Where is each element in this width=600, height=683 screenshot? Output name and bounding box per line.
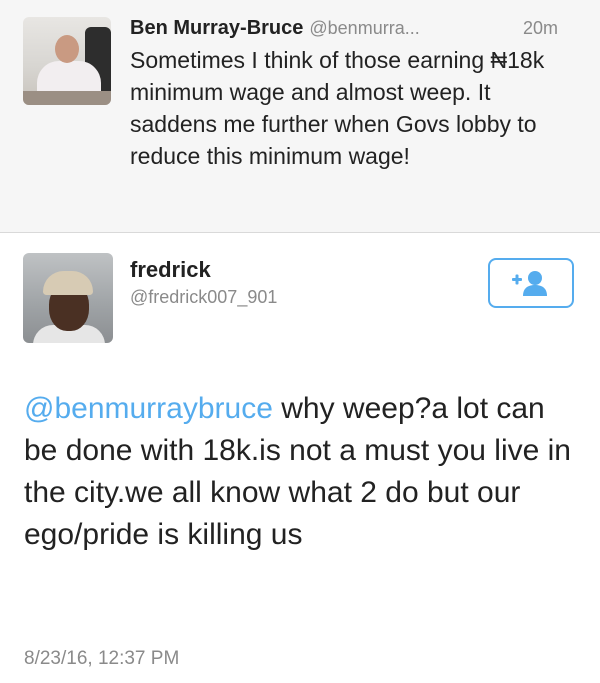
avatar[interactable]	[23, 17, 111, 105]
user-handle[interactable]: @fredrick007_901	[130, 287, 277, 308]
tweet-header: Ben Murray-Bruce @benmurra... 20m	[130, 15, 580, 41]
add-user-icon	[512, 271, 547, 296]
display-name[interactable]: fredrick	[130, 257, 211, 283]
user-handle[interactable]: @benmurra...	[309, 18, 419, 38]
avatar[interactable]	[23, 253, 113, 343]
tweet-text: @benmurraybruce why weep?a lot can be do…	[24, 388, 584, 556]
tweet-ben-murray-bruce: Ben Murray-Bruce @benmurra... 20m Sometim…	[0, 0, 600, 233]
display-name[interactable]: Ben Murray-Bruce	[130, 17, 303, 39]
follow-button[interactable]	[488, 258, 574, 308]
avatar-head-shape	[55, 35, 79, 63]
mention-link[interactable]: @benmurraybruce	[24, 392, 273, 425]
tweet-timestamp: 8/23/16, 12:37 PM	[24, 648, 180, 669]
avatar-desk-shape	[23, 91, 111, 105]
tweet-time: 20m	[522, 18, 558, 38]
avatar-cap-shape	[43, 271, 93, 295]
tweet-text: Sometimes I think of those earning ₦18k …	[130, 47, 545, 169]
